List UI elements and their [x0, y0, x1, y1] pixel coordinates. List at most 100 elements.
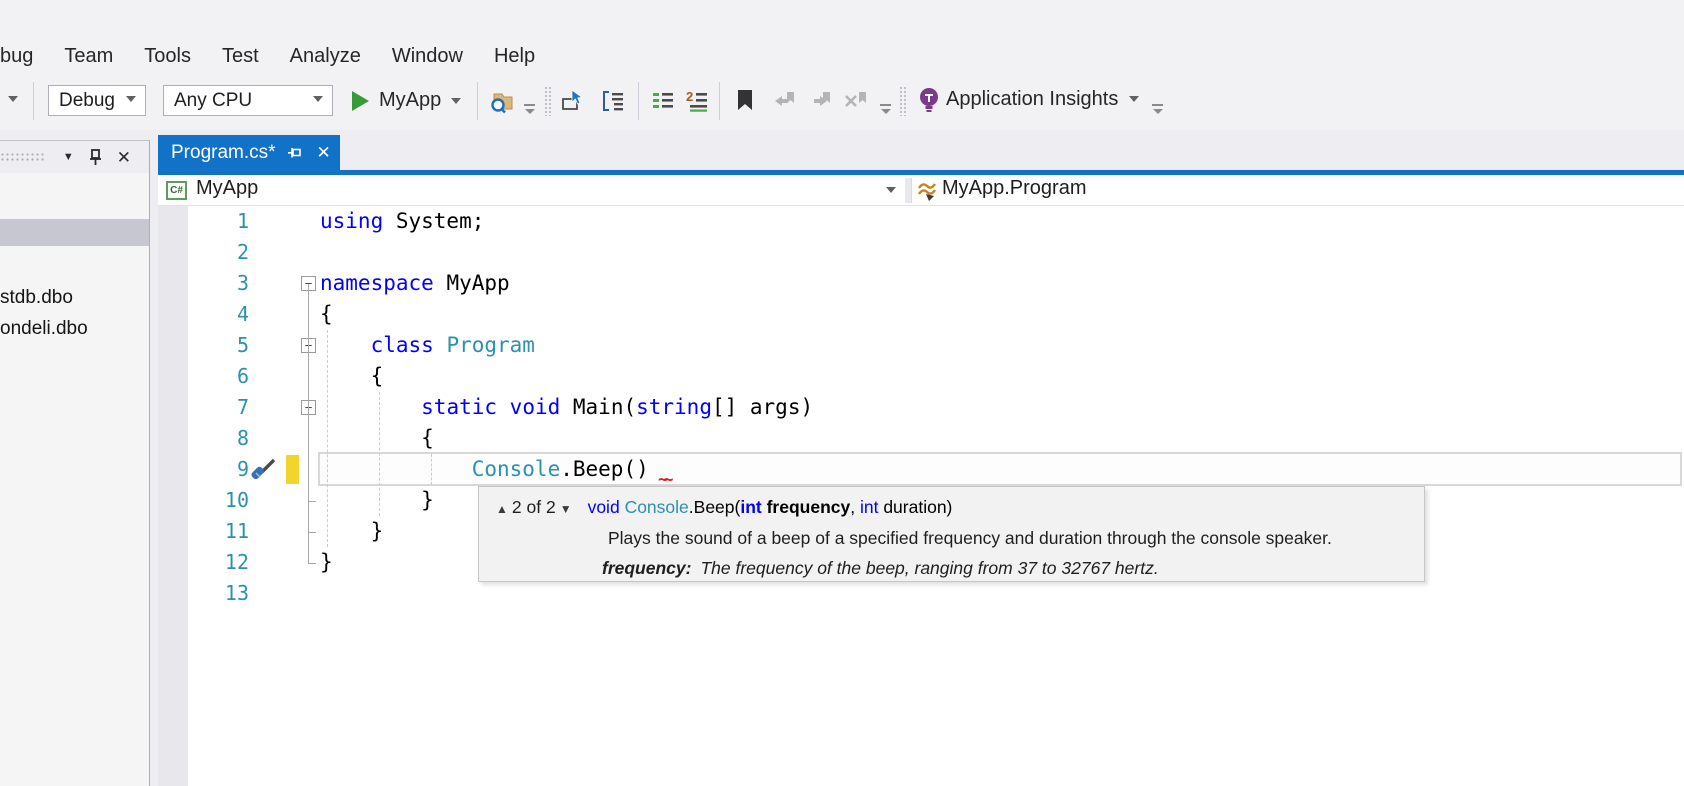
line-number[interactable]: 3 — [158, 268, 252, 299]
panel-item[interactable]: ondeli.dbo — [0, 313, 149, 344]
application-insights-label[interactable]: Application Insights — [946, 88, 1118, 111]
code-segment: System; — [383, 209, 484, 233]
line-number[interactable]: 1 — [158, 206, 252, 237]
tooltip-parameter-row: frequency:The frequency of the beep, ran… — [479, 553, 1424, 583]
panel-item[interactable]: stdb.dbo — [0, 282, 149, 313]
panel-selected-row[interactable] — [0, 219, 149, 246]
code-line-1[interactable]: 1using System; — [158, 206, 1684, 237]
glyph-margin[interactable] — [252, 454, 320, 485]
line-number[interactable]: 5 — [158, 330, 252, 361]
toolbar-overflow-button[interactable] — [524, 102, 536, 116]
line-number[interactable]: 6 — [158, 361, 252, 392]
menu-item-analyze[interactable]: Analyze — [290, 45, 361, 68]
document-tab[interactable]: Program.cs* ✕ — [158, 135, 340, 170]
toolbar-overflow-button[interactable] — [1152, 102, 1164, 116]
glyph-margin[interactable] — [252, 578, 320, 609]
fold-collapse-icon[interactable] — [301, 338, 316, 353]
code-segment: string — [636, 395, 712, 419]
code-line-2[interactable]: 2 — [158, 237, 1684, 268]
glyph-margin[interactable] — [252, 237, 320, 268]
line-number[interactable]: 4 — [158, 299, 252, 330]
line-number[interactable]: 9 — [158, 454, 252, 485]
clear-bookmarks-icon[interactable] — [842, 88, 868, 114]
code-line-text: } — [320, 485, 434, 516]
navbar-separator — [905, 178, 912, 203]
glyph-margin[interactable] — [252, 516, 320, 547]
solution-platform-value: Any CPU — [174, 90, 252, 112]
glyph-margin[interactable] — [252, 330, 320, 361]
pin-icon[interactable] — [288, 146, 303, 160]
glyph-margin[interactable] — [252, 547, 320, 578]
toggle-bookmark-icon[interactable] — [736, 89, 762, 115]
code-line-4[interactable]: 4{ — [158, 299, 1684, 330]
menu-item-team[interactable]: Team — [64, 45, 113, 68]
glyph-margin[interactable] — [252, 485, 320, 516]
fold-collapse-icon[interactable] — [301, 276, 316, 291]
decrease-indent-icon[interactable] — [650, 88, 676, 114]
close-icon[interactable]: ✕ — [117, 149, 131, 166]
code-line-6[interactable]: 6 { — [158, 361, 1684, 392]
code-line-5[interactable]: 5 class Program — [158, 330, 1684, 361]
code-line-7[interactable]: 7 static void Main(string[] args) — [158, 392, 1684, 423]
toolbar-overflow-button[interactable] — [880, 102, 892, 116]
glyph-margin[interactable] — [252, 206, 320, 237]
menu-item-bug[interactable]: bug — [0, 45, 33, 68]
code-segment: static — [421, 395, 497, 419]
navigation-bar: C# MyApp MyApp.Program — [158, 175, 1684, 206]
previous-bookmark-icon[interactable] — [770, 88, 796, 114]
line-number[interactable]: 2 — [158, 237, 252, 268]
glyph-margin[interactable] — [252, 268, 320, 299]
line-number[interactable]: 8 — [158, 423, 252, 454]
overload-down-icon[interactable]: ▼ — [560, 495, 572, 523]
toolbar-grip-handle[interactable] — [899, 86, 906, 116]
code-segment — [497, 395, 510, 419]
line-number[interactable]: 11 — [158, 516, 252, 547]
increase-indent-icon[interactable]: 2 — [684, 88, 710, 114]
glyph-margin[interactable] — [252, 392, 320, 423]
fold-collapse-icon[interactable] — [301, 400, 316, 415]
overload-up-icon[interactable]: ▲ — [496, 495, 508, 523]
code-segment: Console — [472, 457, 561, 481]
solution-configuration-combo[interactable]: Debug — [48, 85, 146, 116]
line-number[interactable]: 12 — [158, 547, 252, 578]
pin-icon[interactable] — [89, 149, 102, 165]
next-bookmark-icon[interactable] — [806, 88, 832, 114]
line-number[interactable]: 13 — [158, 578, 252, 609]
code-structure-icon[interactable] — [600, 88, 626, 114]
menu-item-help[interactable]: Help — [494, 45, 535, 68]
find-in-files-icon[interactable] — [490, 88, 516, 114]
code-segment — [320, 395, 421, 419]
tool-window-titlebar[interactable]: ▼ ✕ — [0, 141, 149, 173]
menu-item-test[interactable]: Test — [222, 45, 259, 68]
menu-item-tools[interactable]: Tools — [144, 45, 191, 68]
chevron-down-icon[interactable] — [886, 187, 896, 193]
cropped-combo-arrow-icon[interactable] — [8, 96, 18, 102]
type-dropdown[interactable]: MyApp.Program — [942, 177, 1087, 200]
toolbar-separator — [719, 82, 720, 120]
solution-platform-combo[interactable]: Any CPU — [163, 85, 333, 116]
parameter-name: frequency: — [602, 558, 691, 578]
code-line-3[interactable]: 3namespace MyApp — [158, 268, 1684, 299]
window-position-chevron-icon[interactable]: ▼ — [63, 152, 74, 163]
chevron-down-icon[interactable] — [1129, 96, 1139, 102]
line-number[interactable]: 10 — [158, 485, 252, 516]
start-debugging-button[interactable]: MyApp — [352, 85, 461, 116]
toolbar-grip-handle[interactable] — [544, 86, 551, 116]
application-insights-icon[interactable] — [917, 87, 943, 113]
titlebar-grip-handle[interactable] — [0, 152, 46, 162]
close-icon[interactable]: ✕ — [317, 143, 331, 163]
code-segment: Console — [625, 497, 689, 517]
quick-actions-icon[interactable] — [250, 456, 278, 484]
code-segment: .Beep( — [689, 497, 741, 517]
code-line-9[interactable]: 9 Console.Beep() — [158, 454, 1684, 485]
code-line-8[interactable]: 8 { — [158, 423, 1684, 454]
menu-item-window[interactable]: Window — [392, 45, 463, 68]
glyph-margin[interactable] — [252, 361, 320, 392]
project-dropdown[interactable]: MyApp — [196, 177, 258, 200]
glyph-margin[interactable] — [252, 299, 320, 330]
code-editor[interactable]: 1using System;23namespace MyApp4{5 class… — [158, 206, 1684, 786]
line-number[interactable]: 7 — [158, 392, 252, 423]
glyph-margin[interactable] — [252, 423, 320, 454]
code-segment: } — [320, 488, 434, 512]
pointer-select-icon[interactable] — [560, 88, 586, 114]
